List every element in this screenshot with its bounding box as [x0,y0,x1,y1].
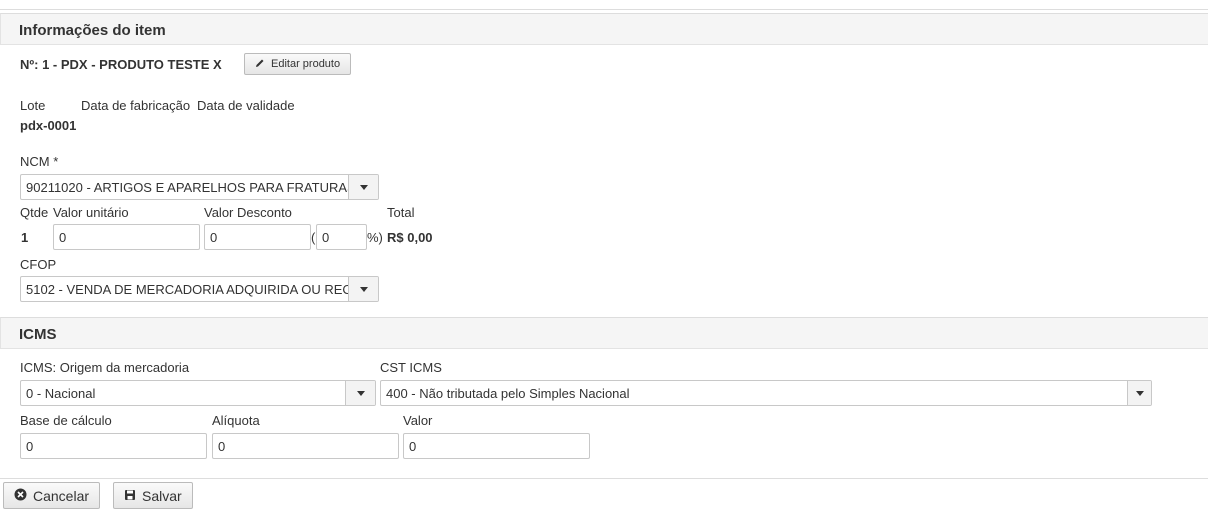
item-section-header: Informações do item [0,13,1208,45]
chevron-down-icon[interactable] [348,277,378,301]
total-label: Total [387,205,415,220]
qtde-label: Qtde [20,205,49,220]
chevron-down-icon[interactable] [1127,381,1151,405]
save-button[interactable]: Salvar [113,482,193,509]
floppy-icon [124,488,136,504]
base-input[interactable] [20,433,207,459]
top-divider [0,9,1208,10]
lote-value: pdx-0001 [20,118,77,133]
edit-product-button[interactable]: Editar produto [244,53,352,75]
cancel-label: Cancelar [33,487,90,504]
icms-value-input[interactable] [403,433,590,459]
origin-label: ICMS: Origem da mercadoria [20,360,190,375]
chevron-down-icon[interactable] [345,381,375,405]
discount-percent-input[interactable] [316,224,367,250]
base-label: Base de cálculo [20,413,112,428]
item-section-title: Informações do item [19,22,166,39]
ncm-select[interactable]: 90211020 - ARTIGOS E APARELHOS PARA FRAT… [20,174,379,200]
icms-section-header: ICMS [0,317,1208,349]
cancel-button[interactable]: Cancelar [3,482,101,509]
unit-value-label: Valor unitário [53,205,129,220]
lote-label: Lote [20,98,46,113]
footer-divider [0,478,1208,479]
ncm-select-value: 90211020 - ARTIGOS E APARELHOS PARA FRAT… [26,179,348,195]
cfop-select-value: 5102 - VENDA DE MERCADORIA ADQUIRIDA OU … [26,281,348,297]
close-circle-icon [14,488,27,504]
icms-value-label: Valor [403,413,433,428]
aliquota-label: Alíquota [212,413,260,428]
origin-select[interactable]: 0 - Nacional [20,380,376,406]
fabrication-date-label: Data de fabricação [81,98,191,113]
aliquota-input[interactable] [212,433,399,459]
pencil-icon [255,58,265,71]
discount-value-input[interactable] [204,224,311,250]
ncm-label: NCM * [20,154,59,169]
discount-percent-suffix: %) [367,230,383,245]
cst-select-value: 400 - Não tributada pelo Simples Naciona… [386,385,630,401]
chevron-down-icon[interactable] [348,175,378,199]
discount-value-label: Valor Desconto [204,205,292,220]
item-heading: Nº: 1 - PDX - PRODUTO TESTE X [20,57,222,72]
cst-label: CST ICMS [380,360,442,375]
cst-select[interactable]: 400 - Não tributada pelo Simples Naciona… [380,380,1152,406]
cfop-select[interactable]: 5102 - VENDA DE MERCADORIA ADQUIRIDA OU … [20,276,379,302]
save-label: Salvar [142,487,182,504]
unit-value-input[interactable] [53,224,200,250]
cfop-label: CFOP [20,257,57,272]
edit-product-label: Editar produto [271,58,341,70]
total-value: R$ 0,00 [387,230,433,245]
expiry-date-label: Data de validade [197,98,295,113]
discount-paren-open: ( [311,230,316,245]
origin-select-value: 0 - Nacional [26,385,96,401]
icms-section-title: ICMS [19,326,57,343]
qtde-value: 1 [21,230,29,245]
